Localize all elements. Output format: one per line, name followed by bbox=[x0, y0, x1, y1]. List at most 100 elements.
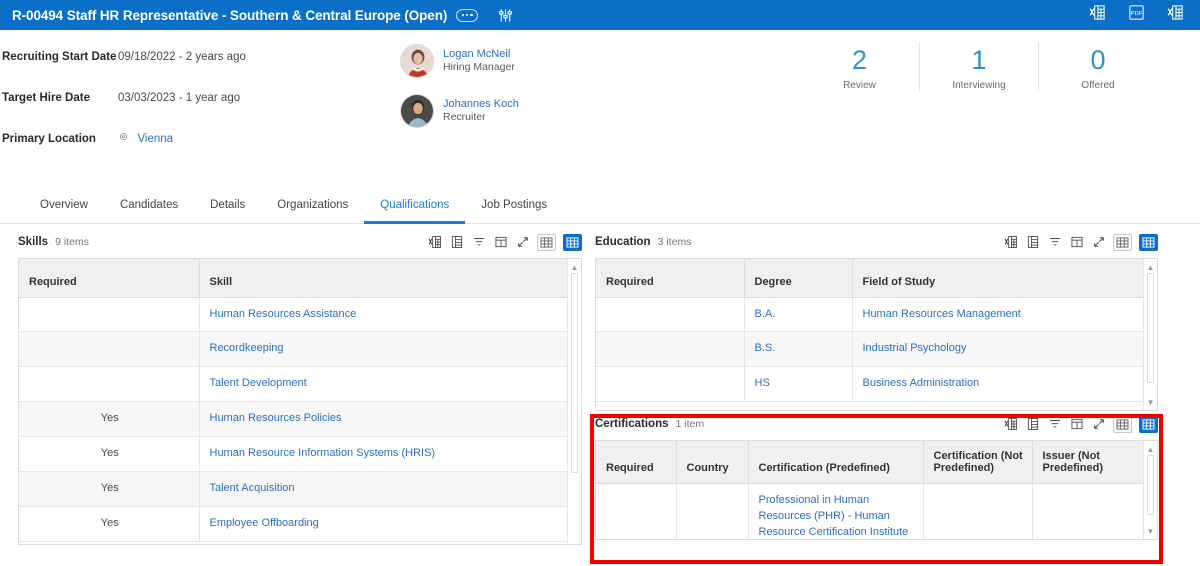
table-row[interactable]: B.S. Industrial Psychology bbox=[596, 331, 1157, 368]
column-header-field-of-study[interactable]: Field of Study bbox=[852, 259, 1157, 298]
stat-offered[interactable]: 0 Offered bbox=[1038, 42, 1157, 92]
column-header-required[interactable]: Required bbox=[19, 259, 200, 298]
scroll-down-icon[interactable]: ▼ bbox=[1144, 525, 1157, 537]
certifications-vertical-scrollbar[interactable]: ▲ ▼ bbox=[1143, 441, 1157, 539]
person-name[interactable]: Johannes Koch bbox=[443, 97, 519, 112]
person-role: Hiring Manager bbox=[443, 61, 515, 74]
scrollbar-thumb[interactable] bbox=[571, 273, 578, 473]
column-header-skill[interactable]: Skill bbox=[199, 259, 581, 298]
column-header-degree[interactable]: Degree bbox=[744, 259, 853, 298]
people-list: Logan McNeil Hiring Manager Johannes Koc… bbox=[400, 40, 519, 140]
cell-skill[interactable]: Human Resource Information Systems (HRIS… bbox=[199, 436, 581, 473]
related-actions-icon[interactable] bbox=[456, 8, 479, 22]
scroll-up-icon[interactable]: ▲ bbox=[568, 261, 581, 273]
education-vertical-scrollbar[interactable]: ▲ ▼ bbox=[1143, 259, 1157, 410]
cell-skill[interactable]: Talent Development bbox=[199, 366, 581, 403]
grid-dense-icon[interactable] bbox=[1139, 233, 1158, 251]
table-row[interactable]: Professional in Human Resources (PHR) - … bbox=[596, 483, 1157, 539]
stat-interviewing[interactable]: 1 Interviewing bbox=[919, 42, 1038, 92]
fact-label: Recruiting Start Date bbox=[2, 50, 117, 63]
export-excel-icon[interactable] bbox=[427, 235, 442, 250]
grid-compact-icon[interactable] bbox=[1113, 415, 1132, 433]
column-header-required[interactable]: Required bbox=[596, 259, 745, 298]
avatar bbox=[400, 94, 434, 128]
person-recruiter[interactable]: Johannes Koch Recruiter bbox=[400, 90, 519, 132]
tab-qualifications[interactable]: Qualifications bbox=[364, 199, 466, 224]
skills-vertical-scrollbar[interactable]: ▲ bbox=[567, 259, 581, 544]
table-row[interactable]: Human Resources Assistance bbox=[19, 297, 581, 333]
table-row[interactable]: Yes Employee Offboarding bbox=[19, 506, 581, 543]
freeze-columns-icon[interactable] bbox=[1069, 235, 1084, 250]
table-row[interactable]: Recordkeeping bbox=[19, 331, 581, 368]
cell-skill[interactable]: Human Resources Assistance bbox=[199, 297, 581, 333]
cell-certification-predefined[interactable]: Professional in Human Resources (PHR) - … bbox=[748, 483, 924, 539]
cell-degree[interactable]: B.A. bbox=[744, 297, 853, 333]
tab-bar: Overview Candidates Details Organization… bbox=[0, 190, 1200, 224]
stat-review[interactable]: 2 Review bbox=[800, 42, 919, 92]
cell-skill[interactable]: Talent Acquisition bbox=[199, 471, 581, 508]
freeze-columns-icon[interactable] bbox=[493, 235, 508, 250]
table-row[interactable]: Yes Human Resources Policies bbox=[19, 401, 581, 438]
person-name[interactable]: Logan McNeil bbox=[443, 47, 515, 62]
table-row[interactable]: Yes Talent Acquisition bbox=[19, 471, 581, 508]
table-view-icon[interactable] bbox=[449, 235, 464, 250]
person-hiring-manager[interactable]: Logan McNeil Hiring Manager bbox=[400, 40, 519, 82]
location-value[interactable]: Vienna bbox=[118, 129, 173, 148]
filter-icon[interactable] bbox=[471, 235, 486, 250]
table-row[interactable]: Yes Human Resource Information Systems (… bbox=[19, 436, 581, 473]
cell-degree[interactable]: B.S. bbox=[744, 331, 853, 368]
cell-field-of-study[interactable]: Human Resources Management bbox=[852, 297, 1157, 333]
panel-toolbar bbox=[427, 233, 582, 251]
freeze-columns-icon[interactable] bbox=[1069, 417, 1084, 432]
table-row[interactable]: HS Business Administration bbox=[596, 366, 1157, 403]
column-header-certification-not-predefined[interactable]: Certification (Not Predefined) bbox=[923, 441, 1033, 484]
table-row[interactable]: Talent Development bbox=[19, 366, 581, 403]
tab-details[interactable]: Details bbox=[194, 199, 261, 224]
tab-job-postings[interactable]: Job Postings bbox=[465, 199, 563, 224]
tab-organizations[interactable]: Organizations bbox=[261, 199, 364, 224]
expand-icon[interactable] bbox=[515, 235, 530, 250]
stat-value: 0 bbox=[1090, 45, 1106, 75]
table-row[interactable]: B.A. Human Resources Management bbox=[596, 297, 1157, 333]
scroll-up-icon[interactable]: ▲ bbox=[1144, 443, 1157, 455]
cell-field-of-study[interactable]: Business Administration bbox=[852, 366, 1157, 403]
grid-dense-icon[interactable] bbox=[563, 233, 582, 251]
cell-skill[interactable]: Recordkeeping bbox=[199, 331, 581, 368]
view-options-icon[interactable] bbox=[498, 8, 513, 23]
filter-icon[interactable] bbox=[1047, 235, 1062, 250]
export-excel-alt-icon[interactable] bbox=[1167, 4, 1184, 26]
export-pdf-icon[interactable]: PDF bbox=[1128, 4, 1145, 26]
grid-compact-icon[interactable] bbox=[1113, 233, 1132, 251]
panel-item-count: 1 item bbox=[675, 418, 705, 430]
cell-skill[interactable]: Human Resources Policies bbox=[199, 401, 581, 438]
scrollbar-thumb[interactable] bbox=[1147, 455, 1154, 515]
column-header-required[interactable]: Required bbox=[596, 441, 677, 484]
cell-field-of-study[interactable]: Industrial Psychology bbox=[852, 331, 1157, 368]
grid-dense-icon[interactable] bbox=[1139, 415, 1158, 433]
export-excel-icon[interactable] bbox=[1003, 417, 1018, 432]
tab-candidates[interactable]: Candidates bbox=[104, 199, 194, 224]
cell-skill[interactable]: Employee Offboarding bbox=[199, 506, 581, 543]
column-header-issuer-not-predefined[interactable]: Issuer (Not Predefined) bbox=[1032, 441, 1157, 484]
grid-compact-icon[interactable] bbox=[537, 233, 556, 251]
export-excel-icon[interactable] bbox=[1089, 4, 1106, 26]
scroll-down-icon[interactable]: ▼ bbox=[1144, 396, 1157, 408]
certifications-table: Required Country Certification (Predefin… bbox=[596, 441, 1157, 539]
scrollbar-thumb[interactable] bbox=[1147, 273, 1154, 383]
filter-icon[interactable] bbox=[1047, 417, 1062, 432]
location-link[interactable]: Vienna bbox=[137, 133, 173, 145]
fact-label: Primary Location bbox=[2, 132, 96, 145]
cell-required: Yes bbox=[19, 471, 200, 508]
cell-degree[interactable]: HS bbox=[744, 366, 853, 403]
column-header-certification-predefined[interactable]: Certification (Predefined) bbox=[748, 441, 924, 484]
expand-icon[interactable] bbox=[1091, 417, 1106, 432]
tab-overview[interactable]: Overview bbox=[24, 199, 104, 224]
column-header-country[interactable]: Country bbox=[676, 441, 749, 484]
table-view-icon[interactable] bbox=[1025, 235, 1040, 250]
scroll-up-icon[interactable]: ▲ bbox=[1144, 261, 1157, 273]
fact-list: Recruiting Start Date 09/18/2022 - 2 yea… bbox=[0, 46, 246, 169]
table-view-icon[interactable] bbox=[1025, 417, 1040, 432]
table-header-row: Required Country Certification (Predefin… bbox=[596, 441, 1157, 484]
expand-icon[interactable] bbox=[1091, 235, 1106, 250]
export-excel-icon[interactable] bbox=[1003, 235, 1018, 250]
